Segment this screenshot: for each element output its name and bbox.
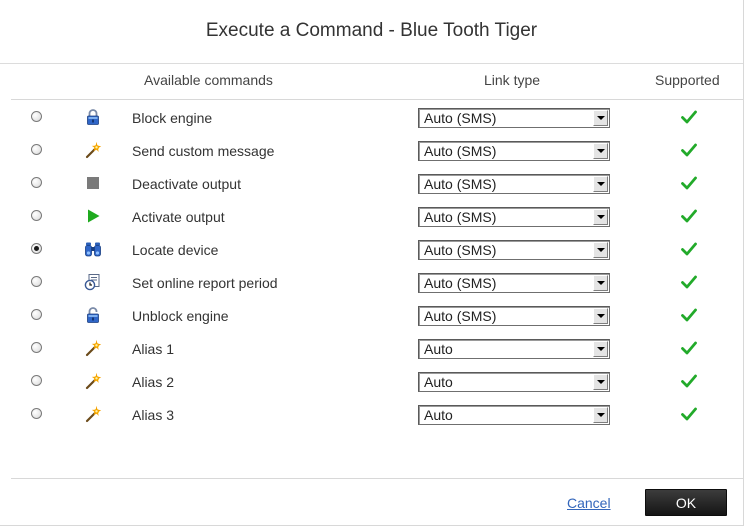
command-row-alias-1[interactable]: Alias 1 Auto	[0, 333, 743, 366]
link-type-value: Auto (SMS)	[424, 275, 497, 291]
chevron-down-icon[interactable]	[593, 341, 608, 357]
chevron-down-icon[interactable]	[593, 407, 608, 423]
header-link-type: Link type	[484, 72, 541, 88]
command-row-unblock-engine[interactable]: Unblock engine Auto (SMS)	[0, 300, 743, 333]
dialog-title-bar: Execute a Command - Blue Tooth Tiger	[0, 0, 743, 64]
ok-button[interactable]: OK	[645, 489, 727, 516]
binoculars-icon	[84, 240, 102, 258]
unlock-icon	[84, 306, 102, 324]
chevron-down-icon[interactable]	[593, 176, 608, 192]
command-radio[interactable]	[31, 144, 42, 155]
header-available-commands: Available commands	[144, 72, 273, 88]
command-row-activate-output[interactable]: Activate output Auto (SMS)	[0, 201, 743, 234]
link-type-select[interactable]: Auto (SMS)	[418, 207, 610, 227]
command-radio[interactable]	[31, 276, 42, 287]
play-triangle-icon	[84, 207, 102, 225]
command-label: Activate output	[132, 209, 225, 225]
command-row-alias-2[interactable]: Alias 2 Auto	[0, 366, 743, 399]
link-type-value: Auto (SMS)	[424, 242, 497, 258]
command-row-alias-3[interactable]: Alias 3 Auto	[0, 399, 743, 432]
lock-icon	[84, 108, 102, 126]
checkmark-icon	[681, 143, 697, 157]
command-label: Set online report period	[132, 275, 278, 291]
chevron-down-icon[interactable]	[593, 374, 608, 390]
command-radio[interactable]	[31, 408, 42, 419]
checkmark-icon	[681, 275, 697, 289]
command-label: Alias 1	[132, 341, 175, 357]
link-type-select[interactable]: Auto (SMS)	[418, 174, 610, 194]
link-type-select[interactable]: Auto (SMS)	[418, 108, 610, 128]
link-type-value: Auto (SMS)	[424, 308, 497, 324]
command-label: Block engine	[132, 110, 213, 126]
command-row-set-online-report-period[interactable]: Set online report period Auto (SMS)	[0, 267, 743, 300]
command-radio[interactable]	[31, 177, 42, 188]
magic-wand-icon	[84, 372, 102, 390]
checkmark-icon	[681, 242, 697, 256]
command-label: Unblock engine	[132, 308, 229, 324]
report-period-icon	[84, 273, 102, 291]
checkmark-icon	[681, 374, 697, 388]
command-label: Alias 2	[132, 374, 175, 390]
execute-command-dialog: Execute a Command - Blue Tooth Tiger Ava…	[0, 0, 744, 526]
link-type-value: Auto	[424, 374, 453, 390]
checkmark-icon	[681, 209, 697, 223]
link-type-value: Auto (SMS)	[424, 143, 497, 159]
chevron-down-icon[interactable]	[593, 308, 608, 324]
checkmark-icon	[681, 176, 697, 190]
link-type-select[interactable]: Auto (SMS)	[418, 240, 610, 260]
command-radio[interactable]	[31, 210, 42, 221]
command-radio[interactable]	[31, 243, 42, 254]
checkmark-icon	[681, 308, 697, 322]
command-radio[interactable]	[31, 342, 42, 353]
link-type-value: Auto (SMS)	[424, 110, 497, 126]
command-label: Deactivate output	[132, 176, 241, 192]
link-type-select[interactable]: Auto	[418, 339, 610, 359]
checkmark-icon	[681, 407, 697, 421]
checkmark-icon	[681, 341, 697, 355]
footer-divider	[11, 478, 743, 479]
magic-wand-icon	[84, 405, 102, 423]
header-supported: Supported	[655, 72, 720, 88]
command-label: Locate device	[132, 242, 219, 258]
link-type-value: Auto	[424, 407, 453, 423]
command-row-locate-device[interactable]: Locate device Auto (SMS)	[0, 234, 743, 267]
command-radio[interactable]	[31, 111, 42, 122]
cancel-link[interactable]: Cancel	[567, 495, 611, 511]
command-row-block-engine[interactable]: Block engine Auto (SMS)	[0, 102, 743, 135]
link-type-select[interactable]: Auto (SMS)	[418, 273, 610, 293]
command-label: Send custom message	[132, 143, 275, 159]
link-type-select[interactable]: Auto (SMS)	[418, 306, 610, 326]
chevron-down-icon[interactable]	[593, 143, 608, 159]
chevron-down-icon[interactable]	[593, 110, 608, 126]
commands-list: Block engine Auto (SMS) Send custom messag…	[0, 102, 743, 432]
magic-wand-icon	[84, 339, 102, 357]
header-divider	[11, 99, 743, 100]
link-type-select[interactable]: Auto	[418, 405, 610, 425]
command-label: Alias 3	[132, 407, 175, 423]
link-type-value: Auto (SMS)	[424, 176, 497, 192]
command-row-deactivate-output[interactable]: Deactivate output Auto (SMS)	[0, 168, 743, 201]
link-type-value: Auto (SMS)	[424, 209, 497, 225]
chevron-down-icon[interactable]	[593, 242, 608, 258]
chevron-down-icon[interactable]	[593, 209, 608, 225]
link-type-select[interactable]: Auto	[418, 372, 610, 392]
magic-wand-icon	[84, 141, 102, 159]
command-radio[interactable]	[31, 375, 42, 386]
stop-square-icon	[84, 174, 102, 192]
chevron-down-icon[interactable]	[593, 275, 608, 291]
link-type-select[interactable]: Auto (SMS)	[418, 141, 610, 161]
dialog-title: Execute a Command - Blue Tooth Tiger	[205, 19, 538, 41]
checkmark-icon	[681, 110, 697, 124]
command-row-send-custom-message[interactable]: Send custom message Auto (SMS)	[0, 135, 743, 168]
link-type-value: Auto	[424, 341, 453, 357]
command-radio[interactable]	[31, 309, 42, 320]
